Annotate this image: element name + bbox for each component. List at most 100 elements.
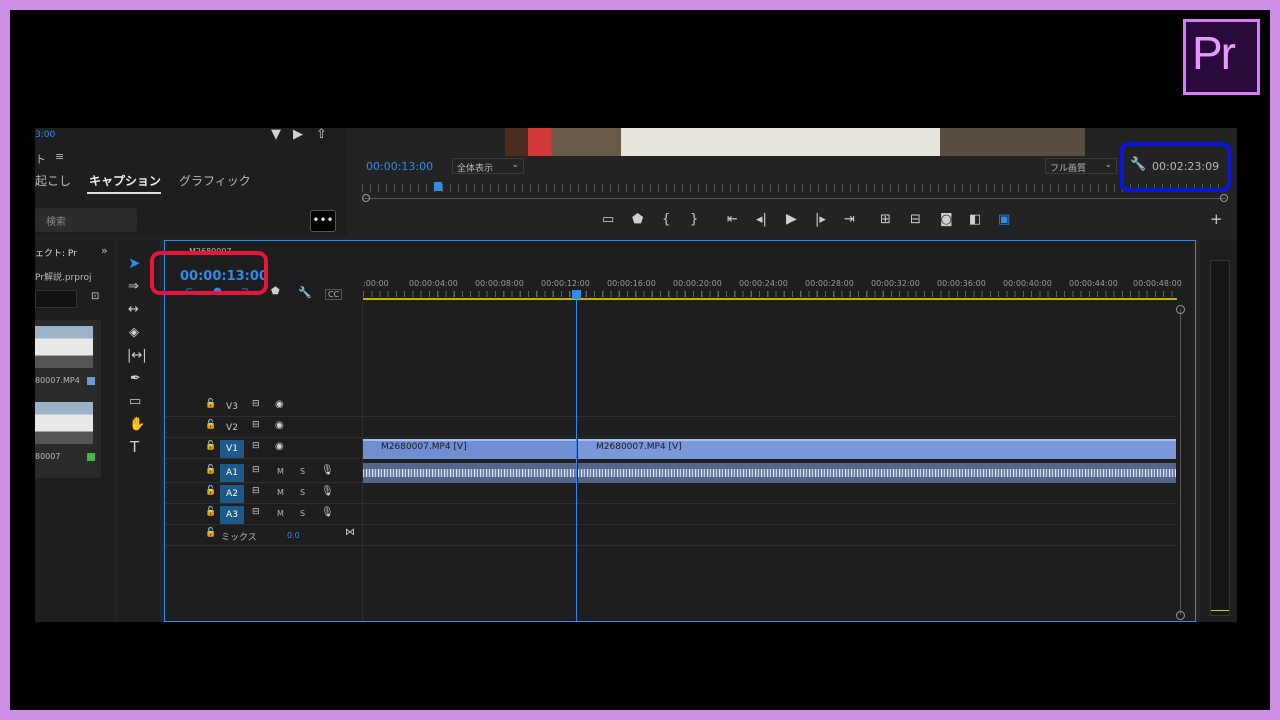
scroll-handle-left[interactable] bbox=[362, 194, 370, 202]
zoom-select[interactable]: 全体表示 ⌄ bbox=[452, 158, 524, 174]
program-current-timecode[interactable]: 00:00:13:00 bbox=[366, 160, 433, 173]
find-icon[interactable]: ⊡ bbox=[91, 292, 99, 302]
scroll-handle-bottom[interactable] bbox=[1176, 611, 1185, 620]
track-header-divider bbox=[362, 301, 363, 621]
eye-icon[interactable]: ◉ bbox=[275, 400, 284, 410]
go-to-out-icon[interactable]: ⇥ bbox=[844, 213, 855, 226]
timeline-settings-icon[interactable]: 🔧 bbox=[298, 287, 312, 298]
play-icon[interactable]: ▶ bbox=[786, 212, 797, 226]
ripple-edit-tool-icon[interactable]: ↔ bbox=[128, 303, 139, 316]
step-forward-icon[interactable]: |▸ bbox=[815, 213, 826, 226]
solo-button[interactable]: S bbox=[300, 467, 305, 476]
timeline-vertical-scrollbar[interactable] bbox=[1180, 309, 1181, 615]
search-field[interactable]: 検索 bbox=[35, 208, 137, 232]
proxy-toggle-icon[interactable]: ▣ bbox=[998, 213, 1010, 226]
marker-icon[interactable]: ⬟ bbox=[271, 287, 280, 297]
lock-icon[interactable]: 🔓 bbox=[205, 421, 216, 430]
mute-button[interactable]: M bbox=[277, 488, 284, 497]
captions-icon[interactable]: CC bbox=[325, 289, 343, 300]
toggle-sync-icon[interactable]: ⊟ bbox=[252, 400, 260, 409]
lock-icon[interactable]: 🔓 bbox=[205, 400, 216, 409]
go-to-in-icon[interactable]: ⇤ bbox=[727, 213, 738, 226]
clip-thumbnail-2[interactable] bbox=[35, 402, 93, 444]
program-playhead[interactable] bbox=[434, 182, 442, 191]
add-marker-icon[interactable]: ⬟ bbox=[632, 213, 643, 226]
selection-tool-icon[interactable]: ➤ bbox=[128, 256, 141, 271]
export-frame-icon[interactable]: ◙ bbox=[940, 213, 953, 226]
safe-margins-icon[interactable]: ▭ bbox=[602, 213, 614, 226]
lock-icon[interactable]: 🔓 bbox=[205, 487, 216, 496]
scroll-handle-right[interactable] bbox=[1220, 194, 1228, 202]
work-area-bar[interactable] bbox=[363, 298, 1177, 300]
solo-button[interactable]: S bbox=[300, 488, 305, 497]
mark-out-icon[interactable]: } bbox=[690, 213, 698, 226]
lock-icon[interactable]: 🔓 bbox=[205, 508, 216, 517]
lock-icon[interactable]: 🔓 bbox=[205, 466, 216, 475]
timeline-playhead-line[interactable] bbox=[576, 299, 577, 621]
time-ruler[interactable]: :00:00 00:00:04:00 00:00:08:00 00:00:12:… bbox=[363, 279, 1182, 301]
panel-timecode: 3:00 bbox=[35, 130, 56, 140]
essential-graphics-panel: 3:00 ▼ ▶ ⇧ ト ≡ 起こし キャプション グラフィック 検索 ••• bbox=[35, 128, 347, 236]
toggle-sync-icon[interactable]: ⊟ bbox=[252, 487, 260, 496]
panel-menu-icon[interactable]: ≡ bbox=[55, 150, 64, 163]
program-scroll-track[interactable] bbox=[362, 198, 1226, 199]
slip-tool-icon[interactable]: |↔| bbox=[127, 349, 147, 362]
more-button[interactable]: ••• bbox=[310, 210, 336, 232]
mute-button[interactable]: M bbox=[277, 467, 284, 476]
microphone-icon[interactable]: 🎙 bbox=[321, 466, 334, 476]
track-select-tool-icon[interactable]: ⇒ bbox=[128, 280, 139, 293]
quality-select[interactable]: フル画質 ⌄ bbox=[1045, 158, 1117, 174]
razor-tool-icon[interactable]: ◈ bbox=[129, 326, 139, 339]
ruler-label: 00:00:40:00 bbox=[1003, 279, 1052, 288]
track-label-v2[interactable]: V2 bbox=[220, 419, 244, 437]
program-time-ruler[interactable] bbox=[362, 184, 1226, 192]
project-tab[interactable]: ェクト: Pr bbox=[35, 246, 77, 259]
track-label-a1[interactable]: A1 bbox=[220, 464, 244, 482]
mute-button[interactable]: M bbox=[277, 509, 284, 518]
add-button-icon[interactable]: + bbox=[1210, 212, 1223, 227]
microphone-icon[interactable]: 🎙 bbox=[321, 487, 334, 497]
eye-icon[interactable]: ◉ bbox=[275, 442, 284, 452]
filter-icon[interactable]: ▼ bbox=[271, 128, 281, 141]
type-tool-icon[interactable]: T bbox=[130, 440, 139, 455]
track-label-a3[interactable]: A3 bbox=[220, 506, 244, 524]
audio-clip[interactable] bbox=[363, 463, 577, 483]
scroll-handle-top[interactable] bbox=[1176, 305, 1185, 314]
toggle-sync-icon[interactable]: ⊟ bbox=[252, 442, 260, 451]
lock-icon[interactable]: 🔓 bbox=[205, 442, 216, 451]
mix-value[interactable]: 0.0 bbox=[287, 531, 300, 540]
track-label-v1[interactable]: V1 bbox=[220, 440, 244, 458]
toggle-sync-icon[interactable]: ⊟ bbox=[252, 421, 260, 430]
toggle-sync-icon[interactable]: ⊟ bbox=[252, 466, 260, 475]
solo-button[interactable]: S bbox=[300, 509, 305, 518]
clip-thumbnail-1[interactable] bbox=[35, 326, 93, 368]
rectangle-tool-icon[interactable]: ▭ bbox=[129, 395, 141, 408]
eye-icon[interactable]: ◉ bbox=[275, 421, 284, 431]
panel-overflow-icon[interactable]: » bbox=[101, 244, 108, 257]
lift-icon[interactable]: ⊞ bbox=[880, 213, 891, 226]
video-clip[interactable]: M2680007.MP4 [V] bbox=[363, 439, 577, 459]
ruler-label: 00:00:28:00 bbox=[805, 279, 854, 288]
toggle-sync-icon[interactable]: ⊟ bbox=[252, 508, 260, 517]
audio-clip[interactable] bbox=[578, 463, 1176, 483]
export-icon[interactable]: ⇧ bbox=[316, 128, 327, 141]
video-clip[interactable]: M2680007.MP4 [V] bbox=[578, 439, 1176, 459]
audio-icon[interactable]: ▶ bbox=[293, 128, 303, 141]
hand-tool-icon[interactable]: ✋ bbox=[129, 418, 145, 431]
timeline-playhead-handle[interactable] bbox=[572, 290, 581, 299]
mark-in-icon[interactable]: { bbox=[662, 213, 670, 226]
track-label-v3[interactable]: V3 bbox=[220, 398, 244, 416]
tab-captions[interactable]: キャプション bbox=[89, 172, 161, 189]
track-label-a2[interactable]: A2 bbox=[220, 485, 244, 503]
comparison-view-icon[interactable]: ◧ bbox=[969, 213, 981, 226]
tab-graphics[interactable]: グラフィック bbox=[179, 172, 251, 189]
extract-icon[interactable]: ⊟ bbox=[910, 213, 921, 226]
tab-transcript[interactable]: 起こし bbox=[35, 172, 71, 189]
lock-icon[interactable]: 🔓 bbox=[205, 529, 216, 538]
step-back-icon[interactable]: ◂| bbox=[756, 213, 767, 226]
premiere-workspace: 3:00 ▼ ▶ ⇧ ト ≡ 起こし キャプション グラフィック 検索 ••• … bbox=[35, 128, 1237, 622]
project-search[interactable] bbox=[35, 290, 77, 308]
microphone-icon[interactable]: 🎙 bbox=[321, 508, 334, 518]
pen-tool-icon[interactable]: ✒ bbox=[130, 372, 141, 385]
go-to-mix-icon[interactable]: ⋈ bbox=[345, 528, 355, 538]
